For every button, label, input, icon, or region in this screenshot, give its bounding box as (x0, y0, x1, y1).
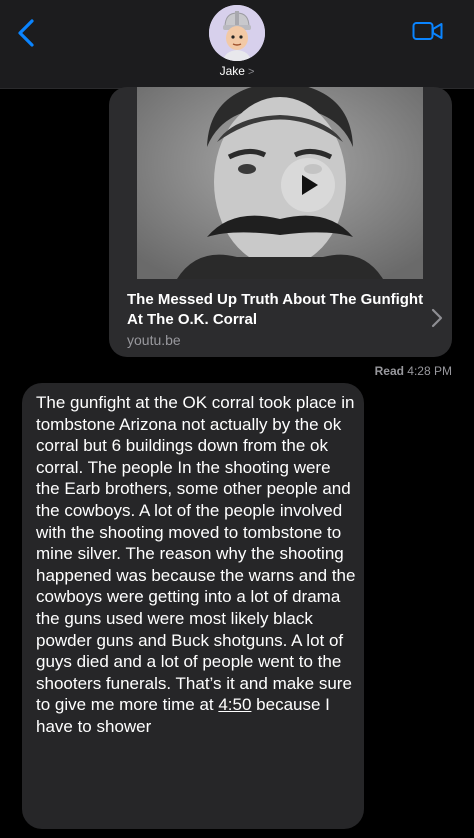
read-time: 4:28 PM (407, 364, 452, 378)
message-text: The gunfight at the OK corral took place… (36, 392, 356, 738)
video-camera-icon[interactable] (412, 20, 444, 42)
video-thumbnail[interactable] (137, 87, 423, 279)
contact-chevron-icon: > (247, 66, 255, 78)
read-status: Read (374, 364, 404, 378)
avatar[interactable] (209, 5, 265, 61)
memoji-icon (209, 5, 265, 61)
chevron-right-icon[interactable] (430, 307, 444, 329)
link-title[interactable]: The Messed Up Truth About The Gunfight A… (127, 290, 427, 330)
time-link[interactable]: 4:50 (218, 695, 251, 714)
link-domain[interactable]: youtu.be (127, 332, 181, 348)
message-text-before: The gunfight at the OK corral took place… (36, 393, 356, 715)
portrait-image (137, 87, 423, 279)
contact-name-label[interactable]: Jake (220, 64, 245, 78)
contact-name[interactable]: Jake > (0, 64, 474, 78)
play-button[interactable] (281, 158, 335, 212)
read-receipt: Read 4:28 PM (375, 364, 452, 378)
conversation-header: Jake > (0, 0, 474, 89)
chevron-left-icon[interactable] (14, 18, 40, 48)
link-preview-card[interactable]: The Messed Up Truth About The Gunfight A… (109, 87, 452, 357)
